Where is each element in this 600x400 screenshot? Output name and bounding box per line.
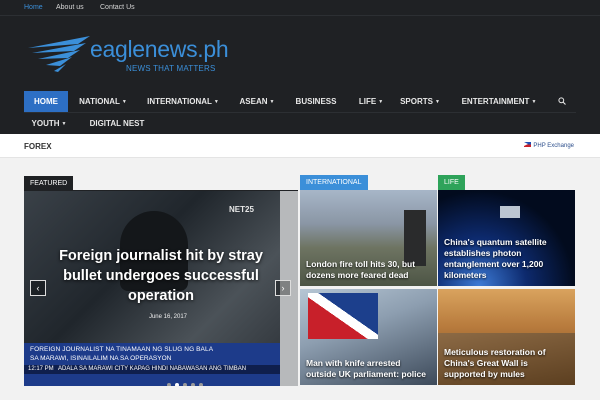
nav-label: LIFE bbox=[358, 97, 377, 106]
tower-image bbox=[404, 210, 426, 266]
chevron-down-icon: ▼ bbox=[531, 99, 537, 105]
article-tile-great-wall[interactable]: Meticulous restoration of China's Great … bbox=[438, 289, 575, 385]
forex-bar: FOREX PHP Exchange bbox=[0, 134, 600, 158]
nav-label: DIGITAL NEST bbox=[89, 119, 145, 128]
nav-label: SPORTS bbox=[400, 97, 433, 106]
slider-dots bbox=[167, 374, 207, 386]
nav-item-national[interactable]: NATIONAL ▼ bbox=[70, 91, 136, 112]
union-flag-image bbox=[308, 293, 378, 339]
site-logo[interactable]: eaglenews.ph NEWS THAT MATTERS bbox=[26, 34, 256, 78]
prev-slide-button[interactable]: ‹ bbox=[30, 280, 46, 296]
featured-title[interactable]: Foreign journalist hit by stray bullet u… bbox=[58, 246, 264, 306]
nav-label: HOME bbox=[34, 97, 58, 106]
nav-label: ASEAN bbox=[239, 97, 268, 106]
main-nav: HOME NATIONAL ▼ INTERNATIONAL ▼ ASEAN ▼ BUS… bbox=[24, 91, 576, 133]
nav-item-international[interactable]: INTERNATIONAL ▼ bbox=[138, 91, 228, 112]
broadcast-headline-2: SA MARAWI, ISINAILALIM NA SA OPERASYON bbox=[30, 355, 172, 362]
logo-tagline: NEWS THAT MATTERS bbox=[126, 64, 216, 73]
channel-logo: NET25 bbox=[229, 205, 254, 214]
nav-item-sports[interactable]: SPORTS ▼ bbox=[392, 91, 448, 112]
nav-item-business[interactable]: BUSINESS bbox=[288, 91, 344, 112]
article-tile-quantum-satellite[interactable]: China's quantum satellite establishes ph… bbox=[438, 190, 575, 286]
philippines-flag-icon bbox=[524, 142, 532, 147]
article-title: Man with knife arrested outside UK parli… bbox=[306, 358, 426, 379]
article-title: London fire toll hits 30, but dozens mor… bbox=[306, 259, 416, 280]
chevron-right-icon: › bbox=[281, 283, 285, 293]
article-tile-uk-parliament[interactable]: Man with knife arrested outside UK parli… bbox=[300, 289, 437, 385]
search-icon bbox=[558, 97, 566, 105]
nav-label: BUSINESS bbox=[295, 97, 337, 106]
article-title: Meticulous restoration of China's Great … bbox=[444, 347, 546, 379]
chevron-down-icon: ▼ bbox=[269, 99, 275, 105]
next-slide-button[interactable]: › bbox=[275, 280, 291, 296]
chevron-left-icon: ‹ bbox=[36, 283, 40, 293]
broadcast-headline-1: FOREIGN JOURNALIST NA TINAMAAN NG SLUG N… bbox=[30, 346, 214, 353]
nav-item-life[interactable]: LIFE ▼ bbox=[350, 91, 392, 112]
slider-dot-active[interactable] bbox=[175, 383, 179, 386]
chevron-down-icon: ▼ bbox=[61, 121, 67, 127]
slider-dot[interactable] bbox=[199, 383, 203, 386]
nav-item-digital-nest[interactable]: DIGITAL NEST bbox=[80, 113, 154, 134]
top-link-contact[interactable]: Contact Us bbox=[100, 4, 135, 11]
slider-dot[interactable] bbox=[167, 383, 171, 386]
featured-date: June 16, 2017 bbox=[148, 314, 188, 320]
nav-item-entertainment[interactable]: ENTERTAINMENT ▼ bbox=[452, 91, 546, 112]
slider-dot[interactable] bbox=[183, 383, 187, 386]
chevron-down-icon: ▼ bbox=[121, 99, 127, 105]
chevron-down-icon: ▼ bbox=[434, 99, 440, 105]
article-title: China's quantum satellite establishes ph… bbox=[444, 237, 547, 280]
forex-ticker[interactable]: PHP Exchange bbox=[524, 142, 574, 149]
nav-item-asean[interactable]: ASEAN ▼ bbox=[232, 91, 282, 112]
featured-slider[interactable]: NET25 FOREIGN JOURNALIST NA TINAMAAN NG … bbox=[24, 191, 298, 386]
broadcast-time: 12:17 PM bbox=[28, 366, 54, 372]
life-tag[interactable]: LIFE bbox=[438, 175, 465, 190]
top-bar: Home About us Contact Us bbox=[0, 0, 600, 16]
article-tile-london-fire[interactable]: London fire toll hits 30, but dozens mor… bbox=[300, 190, 437, 286]
nav-label: YOUTH bbox=[31, 119, 60, 128]
chevron-down-icon: ▼ bbox=[378, 99, 384, 105]
broadcast-ticker: ADALA SA MARAWI CITY KAPAG HINDI NABAWAS… bbox=[58, 366, 247, 372]
featured-tag: FEATURED bbox=[24, 176, 74, 191]
satellite-image bbox=[500, 206, 520, 218]
eagle-wing-icon bbox=[28, 36, 90, 72]
nav-item-home[interactable]: HOME bbox=[24, 91, 68, 112]
nav-item-youth[interactable]: YOUTH ▼ bbox=[24, 113, 74, 134]
forex-ticker-text: PHP Exchange bbox=[533, 143, 574, 149]
nav-label: INTERNATIONAL bbox=[147, 97, 212, 106]
forex-label: FOREX bbox=[24, 142, 52, 151]
top-link-home[interactable]: Home bbox=[24, 4, 43, 11]
top-link-about[interactable]: About us bbox=[56, 4, 84, 11]
international-tag[interactable]: INTERNATIONAL bbox=[300, 175, 368, 190]
nav-label: ENTERTAINMENT bbox=[461, 97, 530, 106]
nav-label: NATIONAL bbox=[79, 97, 120, 106]
logo-title: eaglenews.ph bbox=[90, 36, 229, 62]
search-button[interactable] bbox=[554, 91, 570, 112]
slider-dot[interactable] bbox=[191, 383, 195, 386]
chevron-down-icon: ▼ bbox=[213, 99, 219, 105]
